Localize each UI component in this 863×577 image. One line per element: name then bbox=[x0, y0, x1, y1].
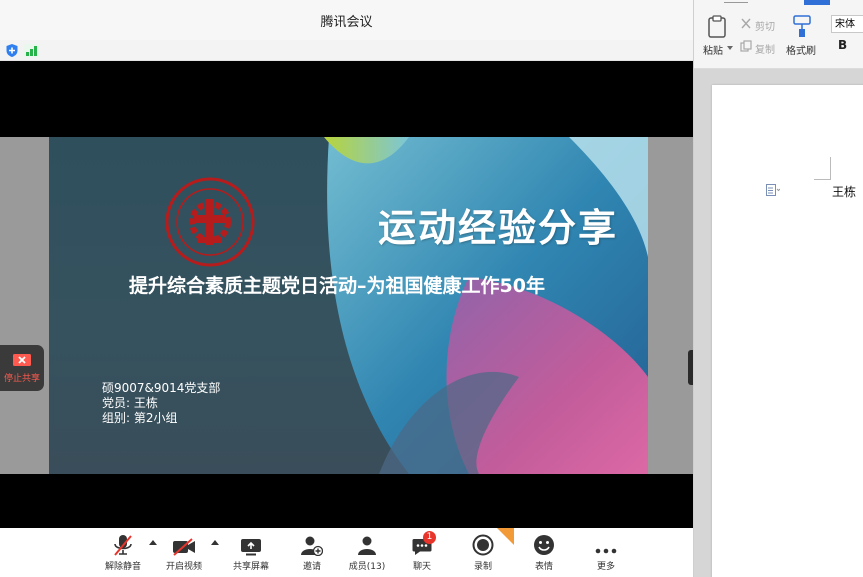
unmute-button[interactable]: 解除静音 bbox=[100, 528, 146, 577]
record-label: 录制 bbox=[473, 562, 492, 572]
stop-share-label: 停止共享 bbox=[3, 373, 40, 384]
format-painter-icon[interactable] bbox=[791, 14, 813, 38]
audio-options-chevron-up-icon[interactable] bbox=[149, 540, 157, 545]
active-ribbon-tab-indicator bbox=[804, 0, 830, 5]
invite-user-icon bbox=[301, 536, 323, 556]
copy-button[interactable]: 复制 bbox=[755, 41, 775, 56]
members-button[interactable]: 成员(13) bbox=[344, 528, 390, 577]
margin-corner-marker bbox=[814, 157, 831, 180]
reactions-label: 表情 bbox=[534, 562, 553, 572]
paste-icon[interactable] bbox=[707, 15, 729, 39]
document-page[interactable]: 王栋 bbox=[712, 85, 863, 577]
ribbon-tab-fragment[interactable] bbox=[724, 0, 748, 3]
invite-label: 邀请 bbox=[302, 562, 321, 572]
members-icon bbox=[358, 536, 376, 555]
stop-share-button[interactable]: 停止共享 bbox=[0, 345, 44, 391]
title-bar: 腾讯会议 bbox=[0, 0, 693, 41]
slide-presenter-info: 硕9007&9014党支部 党员: 王栋 组别: 第2小组 bbox=[102, 381, 220, 426]
start-video-label: 开启视频 bbox=[165, 562, 202, 572]
slide-info-line: 组别: 第2小组 bbox=[102, 411, 178, 425]
chat-label: 聊天 bbox=[412, 562, 431, 572]
members-label: 成员(13) bbox=[348, 562, 386, 572]
slide-info-line: 党员: 王栋 bbox=[102, 396, 158, 410]
paragraph-layout-icon[interactable] bbox=[766, 184, 780, 196]
slide-info-line: 硕9007&9014党支部 bbox=[102, 381, 221, 395]
security-shield-icon[interactable] bbox=[5, 43, 18, 57]
share-screen-icon bbox=[241, 539, 261, 556]
bold-button[interactable]: B bbox=[838, 38, 847, 52]
chat-unread-badge: 1 bbox=[423, 531, 436, 544]
stop-share-icon bbox=[13, 353, 31, 366]
paste-button[interactable]: 粘贴 bbox=[703, 42, 723, 57]
chat-button[interactable]: 聊天 bbox=[402, 528, 442, 577]
reactions-button[interactable]: 表情 bbox=[524, 528, 564, 577]
mic-muted-icon bbox=[114, 535, 132, 556]
invite-button[interactable]: 邀请 bbox=[292, 528, 332, 577]
emoji-icon bbox=[534, 535, 554, 555]
meeting-window: 腾讯会议 运动经验分享 提升综合素质主题党日活动–为祖国健康工作50年 硕900… bbox=[0, 0, 693, 577]
more-label: 更多 bbox=[596, 562, 615, 572]
shared-screen-area: 运动经验分享 提升综合素质主题党日活动–为祖国健康工作50年 硕9007&901… bbox=[0, 62, 693, 528]
start-video-button[interactable]: 开启视频 bbox=[161, 528, 207, 577]
font-family-select[interactable]: 宋体 bbox=[831, 15, 863, 33]
camera-off-icon bbox=[173, 538, 195, 556]
document-text[interactable]: 王栋 bbox=[832, 183, 856, 200]
paste-options-chevron-down-icon[interactable] bbox=[727, 46, 733, 50]
cut-scissors-icon bbox=[741, 18, 751, 29]
video-options-chevron-up-icon[interactable] bbox=[211, 540, 219, 545]
unmute-label: 解除静音 bbox=[104, 562, 141, 572]
slide-subtitle: 提升综合素质主题党日活动–为祖国健康工作50年 bbox=[129, 275, 545, 297]
more-button[interactable]: 更多 bbox=[586, 528, 626, 577]
status-bar bbox=[0, 40, 693, 61]
editor-ribbon: 粘贴 剪切 复制 格式刷 宋体 B bbox=[694, 0, 863, 69]
copy-icon bbox=[740, 40, 752, 52]
presentation-slide: 运动经验分享 提升综合素质主题党日活动–为祖国健康工作50年 硕9007&901… bbox=[49, 137, 648, 474]
new-feature-tag-icon bbox=[497, 528, 514, 545]
more-dots-icon bbox=[595, 548, 617, 554]
cut-button[interactable]: 剪切 bbox=[755, 18, 775, 33]
slide-title: 运动经验分享 bbox=[377, 206, 618, 250]
network-signal-icon[interactable] bbox=[24, 43, 39, 57]
meeting-toolbar: 解除静音 开启视频 共享屏幕 邀请 成员(13) 聊天 1 录制 表情 更多 bbox=[0, 528, 693, 577]
window-title: 腾讯会议 bbox=[320, 14, 373, 30]
share-screen-label: 共享屏幕 bbox=[232, 562, 269, 572]
share-screen-button[interactable]: 共享屏幕 bbox=[228, 528, 274, 577]
format-painter-button[interactable]: 格式刷 bbox=[786, 42, 816, 57]
university-seal-icon bbox=[165, 177, 255, 267]
record-icon bbox=[472, 534, 494, 556]
document-editor-window: 粘贴 剪切 复制 格式刷 宋体 B 王栋 bbox=[693, 0, 863, 577]
